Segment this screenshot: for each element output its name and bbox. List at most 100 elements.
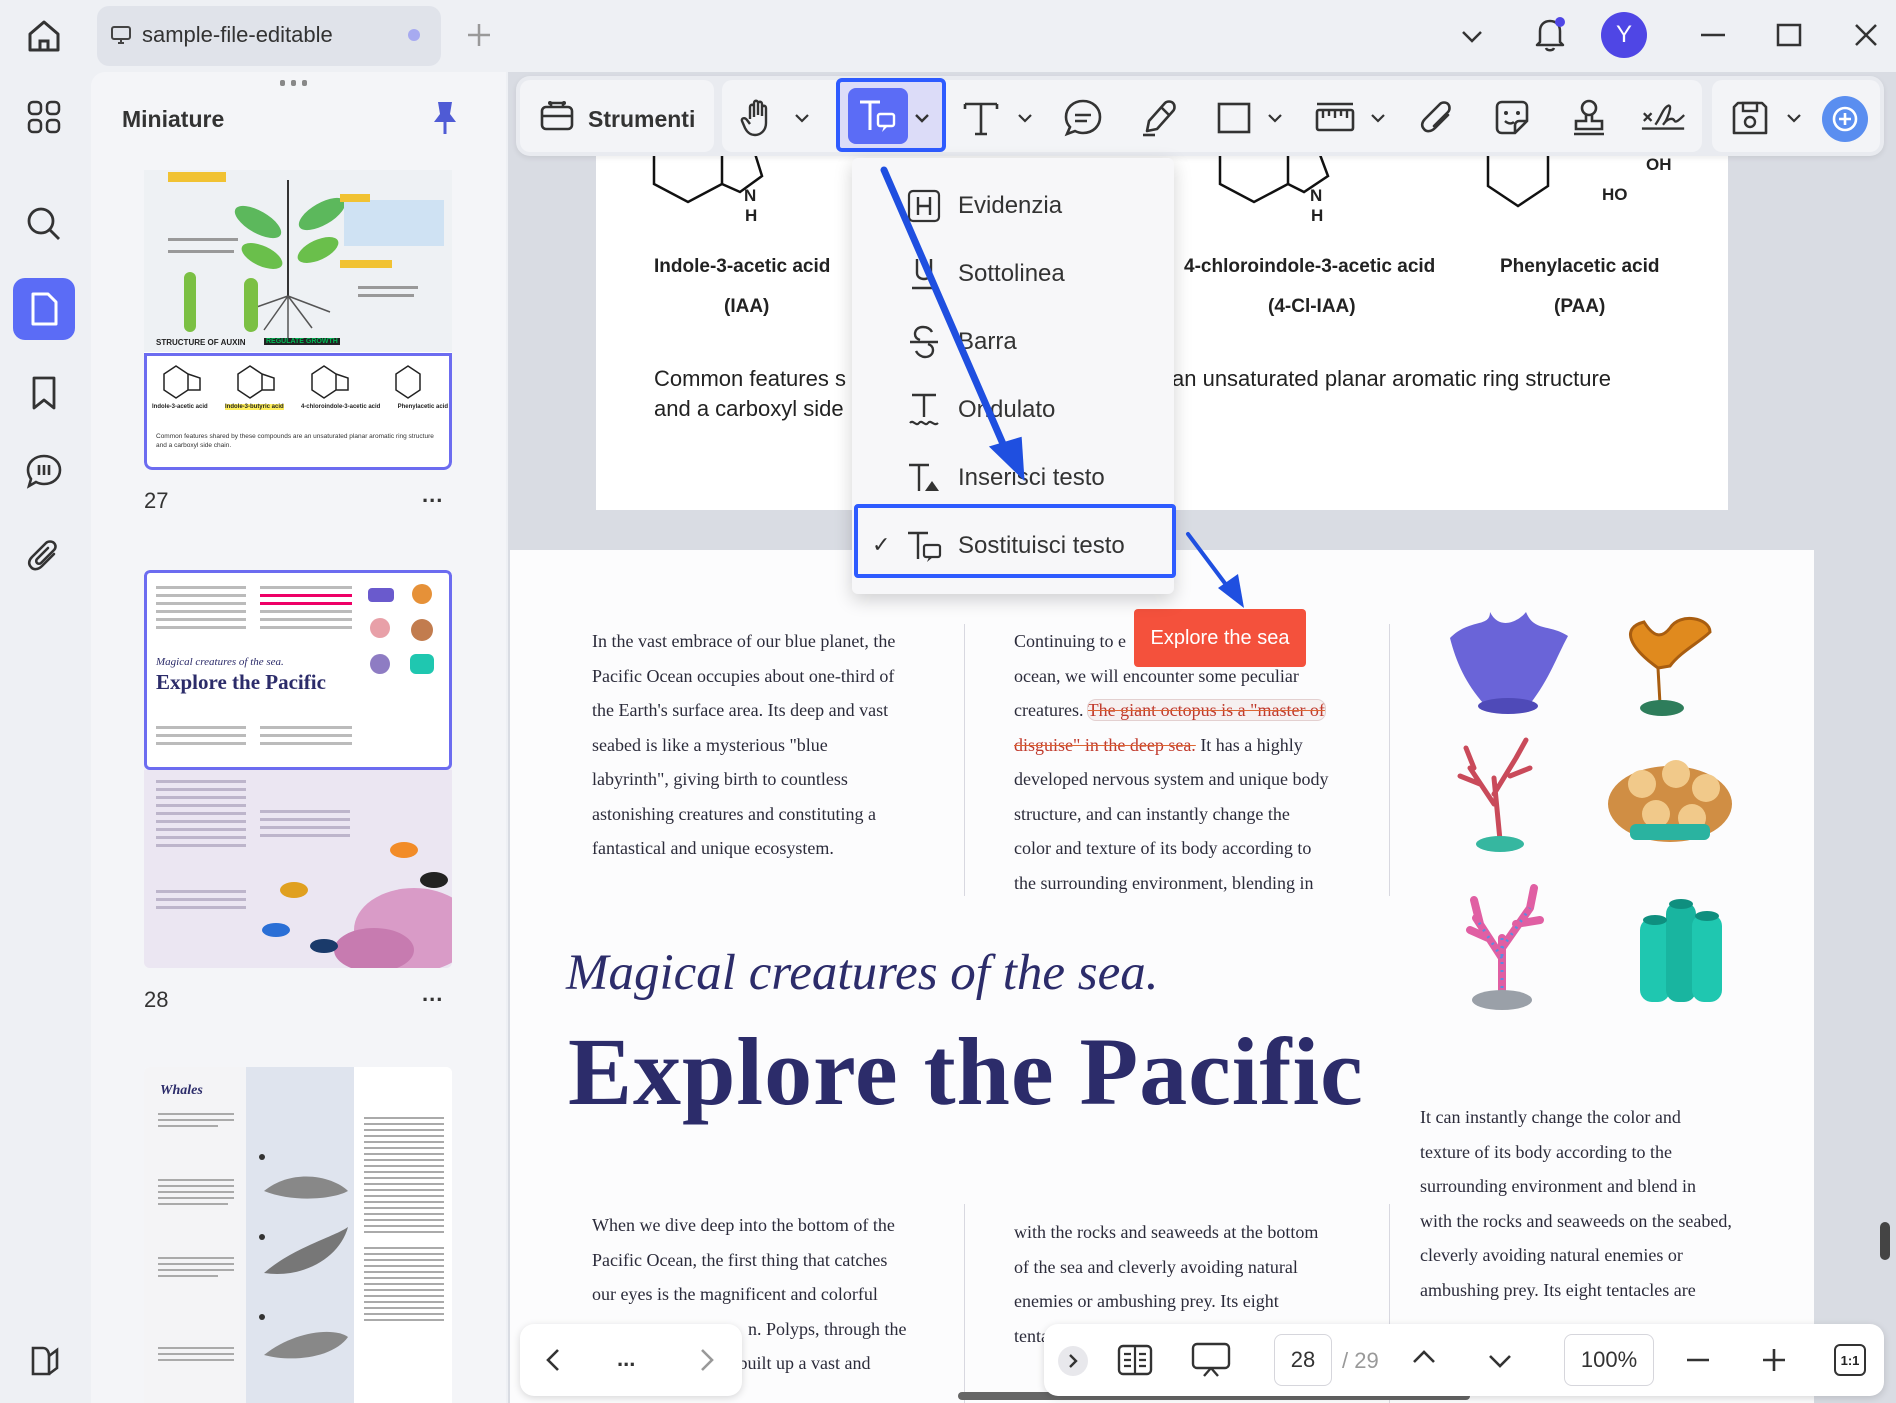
text-span: It has a highly [1200, 734, 1303, 755]
column-divider [1389, 624, 1390, 896]
notification-bell-icon[interactable] [1532, 14, 1568, 54]
text-markup-dropdown-icon[interactable] [912, 108, 932, 128]
thumb28-textcol [156, 586, 246, 629]
text-line: ambushing prey. Its eight tentacles are [1420, 1279, 1696, 1300]
search-icon[interactable] [13, 193, 75, 255]
page-number-27: 27 [144, 488, 169, 513]
thumb28-textcol2 [260, 586, 352, 629]
hand-tool-dropdown-icon[interactable] [792, 108, 812, 128]
zoom-out-icon[interactable] [1684, 1346, 1712, 1374]
text-line: In the vast embrace of our blue planet, … [592, 631, 896, 651]
new-tab-icon[interactable] [464, 20, 494, 50]
measure-tool-icon[interactable] [1311, 94, 1359, 142]
zoom-level-input[interactable]: 100% [1564, 1334, 1654, 1386]
text-line: of the sea and cleverly avoiding natural [1014, 1256, 1298, 1277]
text-line: with the rocks and seaweeds at the botto… [1014, 1222, 1319, 1242]
document-tab-label: sample-file-editable [142, 22, 333, 47]
page28-column-1: In the vast embrace of our blue planet, … [592, 624, 932, 866]
stamp-tool-icon[interactable] [1565, 94, 1613, 142]
text-box-tool-icon[interactable] [957, 94, 1005, 142]
thumb27-label: Indole-3-acetic acid [152, 404, 208, 410]
hydrogen-label: H [745, 206, 758, 225]
uploader-icon[interactable] [13, 1330, 75, 1392]
user-avatar[interactable]: Y [1601, 12, 1647, 58]
previous-page-up-icon[interactable] [1410, 1344, 1438, 1370]
page28-column-3-bottom: It can instantly change the color and te… [1420, 1100, 1800, 1307]
thumb27-regulate: REGULATE GROWTH [264, 338, 340, 345]
thumbnail-page-27[interactable]: STRUCTURE OF AUXIN REGULATE GROWTH Indol… [144, 170, 452, 470]
page28-subtitle: Magical creatures of the sea. [566, 945, 1159, 1001]
ai-assistant-icon[interactable] [1822, 96, 1868, 142]
text-line: our eyes is the magnificent and colorful [592, 1284, 878, 1304]
toolbox-icon [538, 96, 576, 134]
text-line: the surrounding environment, blending in [1014, 872, 1314, 893]
column-divider [964, 624, 965, 896]
thumbnails-icon[interactable] [13, 278, 75, 340]
column-divider [964, 1204, 965, 1403]
title-bar: sample-file-editable Y [0, 0, 1896, 72]
page-27-more-button[interactable]: ... [422, 482, 443, 508]
text-span: creatures. [1014, 700, 1084, 720]
panel-resize-handle[interactable] [280, 80, 314, 86]
shape-tool-icon[interactable] [1210, 94, 1258, 142]
next-page-down-icon[interactable] [1486, 1348, 1514, 1374]
text-line: with the rocks and seaweeds on the seabe… [1420, 1210, 1732, 1231]
text-line: seabed is like a mysterious "blue [592, 734, 828, 755]
tabs-dropdown-icon[interactable] [1458, 22, 1486, 50]
measure-dropdown-icon[interactable] [1368, 108, 1388, 128]
collapse-bar-icon[interactable] [1058, 1346, 1088, 1376]
unsaved-dot [408, 29, 420, 41]
next-page-icon[interactable] [694, 1346, 718, 1374]
signature-tool-icon[interactable] [1640, 94, 1688, 142]
replaced-text[interactable]: disguise" in the deep sea. [1014, 735, 1196, 755]
more-options-button[interactable]: ... [617, 1346, 635, 1372]
thumb27-label: 4-chloroindole-3-acetic acid [300, 404, 381, 410]
nitrogen-label: N [744, 186, 757, 205]
pencil-tool-icon[interactable] [1136, 94, 1184, 142]
page27-text: Common features s [654, 366, 846, 391]
actual-size-button[interactable]: 1:1 [1834, 1344, 1866, 1376]
page-28-more-button[interactable]: ... [422, 981, 443, 1007]
text-box-dropdown-icon[interactable] [1015, 108, 1035, 128]
view-controls-bar [1044, 1324, 1884, 1396]
nitrogen-label: N [1310, 186, 1323, 205]
attachments-icon[interactable] [13, 525, 75, 587]
thumbnail-page-28[interactable]: Magical creatures of the sea. Explore th… [144, 570, 452, 968]
replace-text-tool-icon [856, 96, 900, 136]
text-line: cleverly avoiding natural enemies or [1420, 1245, 1683, 1265]
replaced-text[interactable]: The giant octopus is a "master of [1086, 699, 1326, 721]
text-line: It can instantly change the color and [1420, 1107, 1681, 1127]
minimize-icon[interactable] [1698, 20, 1728, 50]
close-icon[interactable] [1851, 20, 1881, 50]
sticker-tool-icon[interactable] [1488, 94, 1536, 142]
vertical-scrollbar-thumb[interactable] [1880, 1222, 1890, 1260]
comment-tool-icon[interactable] [1059, 94, 1107, 142]
pin-panel-icon[interactable] [430, 98, 460, 138]
home-icon[interactable] [22, 14, 66, 58]
previous-page-icon[interactable] [542, 1346, 566, 1374]
zoom-in-icon[interactable] [1760, 1346, 1788, 1374]
document-tab-icon [110, 24, 132, 46]
tutorial-arrows [880, 166, 1244, 608]
text-line: the Earth's surface area. Its deep and v… [592, 700, 889, 720]
presentation-icon[interactable] [1190, 1340, 1232, 1380]
organize-pages-icon[interactable] [13, 86, 75, 148]
save-dropdown-icon[interactable] [1784, 108, 1804, 128]
hand-tool-icon[interactable] [736, 94, 784, 142]
text-line: structure, and can instantly change the [1014, 803, 1290, 824]
maximize-icon[interactable] [1774, 20, 1804, 50]
page-number-input[interactable]: 28 [1274, 1334, 1332, 1386]
thumb27-caption: Common features shared by these compound… [156, 433, 434, 449]
shape-dropdown-icon[interactable] [1265, 108, 1285, 128]
attachment-tool-icon[interactable] [1414, 94, 1462, 142]
save-icon[interactable] [1726, 94, 1774, 142]
page-layout-icon[interactable] [1115, 1340, 1155, 1380]
thumb27-label: Phenylacetic acid [397, 404, 448, 410]
thumbnail-page-29[interactable]: Whales [144, 1067, 452, 1403]
bookmark-icon[interactable] [13, 362, 75, 424]
text-line: disguise" in the deep sea. It has a high… [1014, 728, 1374, 763]
thumb28-textcol4 [260, 726, 352, 745]
comments-icon[interactable] [13, 441, 75, 503]
thumb28-textcol3 [156, 726, 246, 745]
text-line: enemies or ambushing prey. Its eight [1014, 1291, 1279, 1311]
